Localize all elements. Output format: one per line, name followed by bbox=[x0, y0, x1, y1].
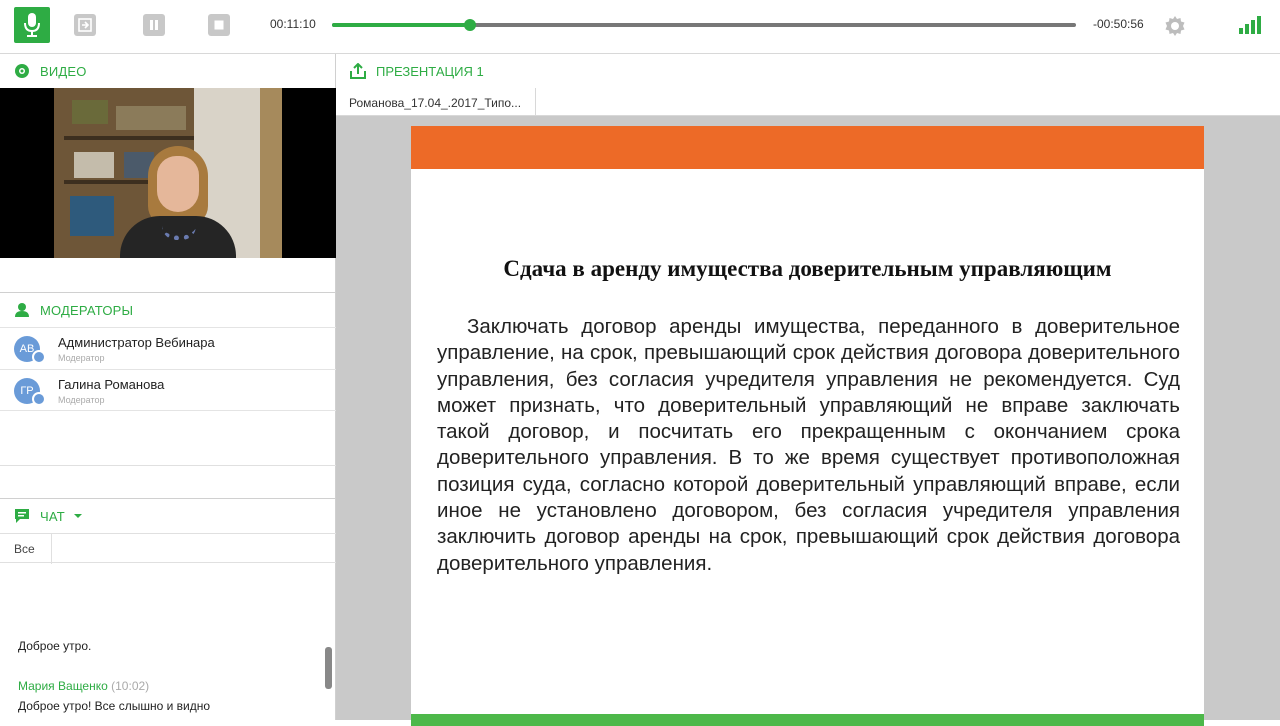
video-panel: ВИДЕО bbox=[0, 54, 336, 292]
chat-message: Доброе утро! Все слышно и видно bbox=[18, 699, 210, 713]
video-icon bbox=[15, 64, 29, 78]
time-elapsed: 00:11:10 bbox=[270, 17, 316, 31]
moderators-list: АВ Администратор Вебинара Модератор ГР Г… bbox=[0, 327, 336, 411]
chevron-down-icon[interactable] bbox=[73, 512, 83, 520]
slide-viewer: Сдача в аренду имущества доверительным у… bbox=[336, 116, 1280, 726]
time-remaining: -00:50:56 bbox=[1093, 17, 1144, 31]
moderator-role: Модератор bbox=[58, 353, 105, 363]
moderator-name: Администратор Вебинара bbox=[58, 335, 215, 350]
slide-top-bar bbox=[411, 126, 1204, 169]
exit-icon bbox=[78, 18, 92, 32]
slide-bottom-bar bbox=[411, 714, 1204, 726]
moderator-name: Галина Романова bbox=[58, 377, 165, 392]
pause-icon bbox=[150, 20, 158, 30]
chat-author-name: Мария Ващенко bbox=[18, 679, 108, 693]
chat-scrollbar[interactable] bbox=[325, 647, 332, 689]
left-sidebar: ВИДЕО МОДЕРАТОРЫ АВ Администратор Вебина… bbox=[0, 54, 336, 720]
progress-fill bbox=[332, 23, 470, 27]
moderators-panel-header: МОДЕРАТОРЫ bbox=[0, 293, 336, 327]
progress-thumb[interactable] bbox=[463, 19, 476, 31]
presentation-file-tab[interactable]: Романова_17.04_.2017_Типо... bbox=[336, 88, 536, 116]
chat-message-author: Мария Ващенко (10:02) bbox=[18, 679, 149, 693]
chat-message: Доброе утро. bbox=[18, 639, 92, 653]
presentation-tabs: Романова_17.04_.2017_Типо... bbox=[336, 88, 1280, 116]
stop-icon bbox=[214, 20, 224, 30]
presentation-panel: ПРЕЗЕНТАЦИЯ 1 Романова_17.04_.2017_Типо.… bbox=[336, 54, 1280, 726]
upload-icon[interactable] bbox=[350, 63, 366, 79]
moderators-panel-title: МОДЕРАТОРЫ bbox=[40, 302, 134, 318]
slide-body-text: Заключать договор аренды имущества, пере… bbox=[437, 315, 1180, 575]
slide-title: Сдача в аренду имущества доверительным у… bbox=[503, 256, 1112, 281]
presentation-header: ПРЕЗЕНТАЦИЯ 1 bbox=[336, 54, 1280, 88]
chat-icon bbox=[15, 509, 29, 523]
video-stream[interactable] bbox=[0, 88, 336, 258]
moderator-badge-icon bbox=[32, 392, 46, 406]
pause-button[interactable] bbox=[143, 14, 165, 36]
signal-strength-icon bbox=[1239, 16, 1261, 34]
moderators-panel: МОДЕРАТОРЫ АВ Администратор Вебинара Мод… bbox=[0, 292, 336, 498]
chat-message-time: (10:02) bbox=[111, 679, 150, 693]
presentation-title: ПРЕЗЕНТАЦИЯ 1 bbox=[376, 63, 484, 79]
video-panel-header: ВИДЕО bbox=[0, 54, 336, 88]
microphone-icon bbox=[24, 13, 40, 37]
microphone-button[interactable] bbox=[14, 7, 50, 43]
gear-icon[interactable] bbox=[1163, 14, 1187, 38]
user-icon bbox=[15, 303, 29, 317]
stop-button[interactable] bbox=[208, 14, 230, 36]
slide: Сдача в аренду имущества доверительным у… bbox=[411, 126, 1204, 726]
chat-panel: ЧАТ Все Доброе утро. Мария Ващенко (10:0… bbox=[0, 498, 336, 720]
video-panel-title: ВИДЕО bbox=[40, 63, 87, 79]
speaker-video bbox=[54, 88, 282, 258]
moderator-item[interactable]: АВ Администратор Вебинара Модератор bbox=[0, 327, 336, 369]
divider bbox=[0, 465, 336, 466]
playback-progress-slider[interactable] bbox=[332, 19, 1076, 31]
chat-panel-header[interactable]: ЧАТ bbox=[0, 499, 336, 533]
chat-panel-title: ЧАТ bbox=[40, 508, 65, 524]
chat-tab-all[interactable]: Все bbox=[0, 534, 52, 564]
moderator-item[interactable]: ГР Галина Романова Модератор bbox=[0, 369, 336, 411]
chat-tabs: Все bbox=[0, 533, 336, 564]
moderator-role: Модератор bbox=[58, 395, 105, 405]
top-toolbar: 00:11:10 -00:50:56 bbox=[0, 0, 1280, 54]
exit-button[interactable] bbox=[74, 14, 96, 36]
moderator-badge-icon bbox=[32, 350, 46, 364]
